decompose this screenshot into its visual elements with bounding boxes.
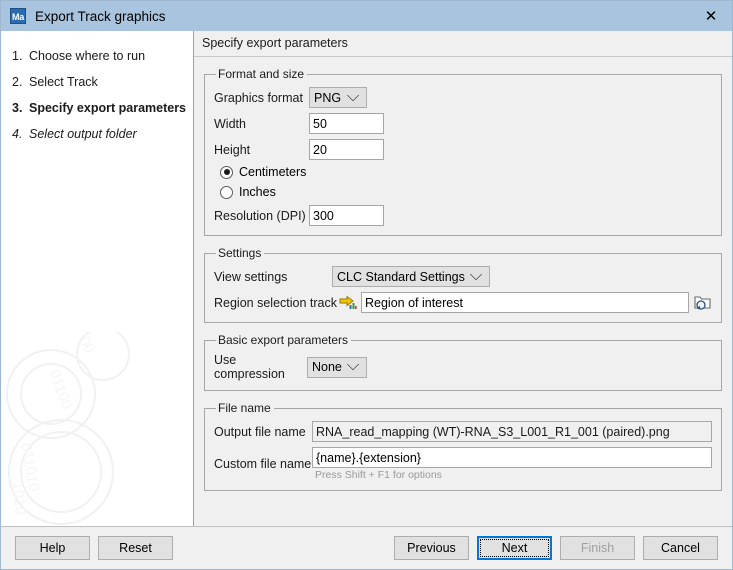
- custom-file-name-row: Custom file name Press Shift + F1 for op…: [214, 447, 712, 481]
- step-number: 3.: [12, 100, 29, 116]
- region-selection-track-input[interactable]: [361, 292, 689, 313]
- export-track-graphics-dialog: Ma Export Track graphics ✕ 01100 011010 …: [0, 0, 733, 570]
- use-compression-row: Use compression None: [214, 353, 712, 381]
- next-button[interactable]: Next: [477, 536, 552, 560]
- inches-row[interactable]: Inches: [214, 185, 712, 199]
- output-file-name-row: Output file name: [214, 421, 712, 442]
- width-input[interactable]: [309, 113, 384, 134]
- pane-title: Specify export parameters: [194, 31, 732, 57]
- centimeters-radio[interactable]: [220, 166, 233, 179]
- cancel-button[interactable]: Cancel: [643, 536, 718, 560]
- svg-text:1010: 1010: [9, 481, 29, 516]
- height-label: Height: [214, 143, 309, 157]
- step-label: Select Track: [29, 74, 98, 90]
- graphics-format-label: Graphics format: [214, 91, 309, 105]
- view-settings-label: View settings: [214, 270, 332, 284]
- resolution-label: Resolution (DPI): [214, 209, 309, 223]
- window-title: Export Track graphics: [35, 9, 166, 24]
- finish-button: Finish: [560, 536, 635, 560]
- step-label: Specify export parameters: [29, 100, 186, 116]
- app-icon: Ma: [10, 8, 26, 24]
- step-label: Select output folder: [29, 126, 137, 142]
- close-icon[interactable]: ✕: [690, 1, 732, 31]
- sidebar-step-1[interactable]: 1. Choose where to run: [1, 43, 193, 69]
- basic-export-parameters-legend: Basic export parameters: [216, 333, 351, 347]
- graphics-format-row: Graphics format PNG: [214, 87, 712, 108]
- folder-search-icon[interactable]: [693, 294, 712, 312]
- sidebar-step-2[interactable]: 2. Select Track: [1, 69, 193, 95]
- help-button[interactable]: Help: [15, 536, 90, 560]
- reset-button[interactable]: Reset: [98, 536, 173, 560]
- step-list: 1. Choose where to run 2. Select Track 3…: [1, 31, 193, 147]
- svg-text:00: 00: [76, 334, 99, 357]
- step-number: 2.: [12, 74, 29, 90]
- inches-label[interactable]: Inches: [239, 185, 276, 199]
- width-label: Width: [214, 117, 309, 131]
- width-row: Width: [214, 113, 712, 134]
- output-file-name-input: [312, 421, 712, 442]
- step-number: 1.: [12, 48, 29, 64]
- footer-right-buttons: Previous Next Finish Cancel: [394, 536, 718, 560]
- height-row: Height: [214, 139, 712, 160]
- use-compression-label: Use compression: [214, 353, 307, 381]
- output-file-name-label: Output file name: [214, 425, 312, 439]
- custom-file-name-label: Custom file name: [214, 457, 312, 471]
- previous-button[interactable]: Previous: [394, 536, 469, 560]
- settings-group: Settings View settings CLC Standard Sett…: [204, 246, 722, 323]
- settings-legend: Settings: [216, 246, 264, 260]
- graphics-format-select[interactable]: PNG: [309, 87, 367, 108]
- basic-export-parameters-group: Basic export parameters Use compression …: [204, 333, 722, 391]
- region-selection-track-row: Region selection track: [214, 292, 712, 313]
- dialog-body: 01100 011010 1010 00 1. Choose where to …: [1, 31, 732, 526]
- height-input[interactable]: [309, 139, 384, 160]
- view-settings-select[interactable]: CLC Standard Settings: [332, 266, 490, 287]
- use-compression-select[interactable]: None: [307, 357, 367, 378]
- custom-file-name-hint: Press Shift + F1 for options: [315, 469, 712, 481]
- file-name-legend: File name: [216, 401, 274, 415]
- file-name-group: File name Output file name Custom file n…: [204, 401, 722, 491]
- centimeters-row[interactable]: Centimeters: [214, 165, 712, 179]
- step-number: 4.: [12, 126, 29, 142]
- region-selection-track-label: Region selection track: [214, 296, 337, 310]
- step-label: Choose where to run: [29, 48, 145, 64]
- resolution-input[interactable]: [309, 205, 384, 226]
- pane-content: Format and size Graphics format PNG Widt…: [194, 57, 732, 526]
- resolution-row: Resolution (DPI): [214, 205, 712, 226]
- format-and-size-legend: Format and size: [216, 67, 307, 81]
- wizard-steps-sidebar: 01100 011010 1010 00 1. Choose where to …: [1, 31, 194, 526]
- dialog-footer: Help Reset Previous Next Finish Cancel: [1, 526, 732, 569]
- centimeters-label[interactable]: Centimeters: [239, 165, 306, 179]
- footer-left-buttons: Help Reset: [15, 536, 173, 560]
- inches-radio[interactable]: [220, 186, 233, 199]
- custom-file-name-input[interactable]: [312, 447, 712, 468]
- sidebar-step-4[interactable]: 4. Select output folder: [1, 121, 193, 147]
- watermark-decoration: 01100 011010 1010 00: [1, 332, 194, 526]
- sidebar-step-3[interactable]: 3. Specify export parameters: [1, 95, 193, 121]
- parameters-pane: Specify export parameters Format and siz…: [194, 31, 732, 526]
- track-arrow-icon: [339, 295, 357, 311]
- svg-text:01100: 01100: [45, 368, 75, 412]
- view-settings-row: View settings CLC Standard Settings: [214, 266, 712, 287]
- svg-text:011010: 011010: [17, 442, 42, 493]
- title-bar: Ma Export Track graphics ✕: [1, 1, 732, 31]
- format-and-size-group: Format and size Graphics format PNG Widt…: [204, 67, 722, 236]
